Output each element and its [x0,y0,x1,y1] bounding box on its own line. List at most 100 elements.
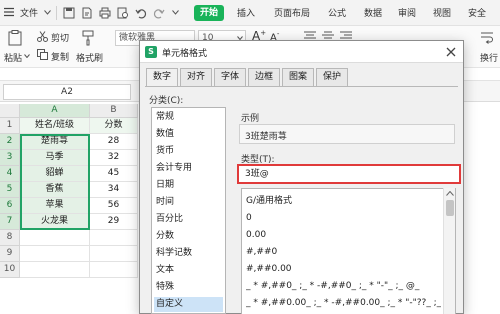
list-item[interactable]: _ * #,##0.00_ ;_ * -#,##0.00_ ;_ * "-"??… [246,295,441,311]
row-header[interactable]: 6 [0,198,20,214]
format-painter-icon[interactable] [82,30,94,46]
column-header-b[interactable]: B [90,104,138,118]
row-header[interactable]: 2 [0,134,20,150]
wps-s-logo-icon: S [145,46,157,58]
tab-border[interactable]: 边框 [248,68,280,86]
table-cell[interactable]: 32 [90,150,138,166]
chevron-down-icon[interactable] [44,10,51,15]
row-header[interactable]: 8 [0,230,20,246]
list-item[interactable]: 时间 [154,195,223,210]
tab-page-layout[interactable]: 页面布局 [274,6,310,19]
header-cell-score[interactable]: 分数 [90,118,138,134]
list-item[interactable]: 0.00 [246,227,441,243]
tab-patterns[interactable]: 图案 [282,68,314,86]
scissors-icon[interactable] [37,31,48,42]
tab-formulas[interactable]: 公式 [328,6,346,19]
list-item[interactable]: #,##0.00 [246,261,441,277]
row-header[interactable]: 3 [0,150,20,166]
print-icon[interactable] [99,7,111,19]
list-item[interactable]: 分数 [154,229,223,244]
list-item[interactable]: 科学记数 [154,246,223,261]
tab-start[interactable]: 开始 [194,5,224,21]
list-item[interactable]: 百分比 [154,212,223,227]
divider [56,6,57,20]
dialog-title: 单元格格式 [162,49,208,59]
list-item[interactable]: 0 [246,210,441,226]
row-header[interactable]: 10 [0,262,20,278]
wrap-text-button[interactable]: 换行 [480,51,498,64]
list-item[interactable]: #,##0 [246,244,441,260]
tab-insert[interactable]: 插入 [237,6,255,19]
undo-icon[interactable] [135,7,147,19]
column-header-a[interactable]: A [20,104,90,118]
category-label: 分类(C): [149,96,184,106]
tab-number[interactable]: 数字 [146,68,178,87]
row-header[interactable]: 7 [0,214,20,230]
row-header[interactable]: 1 [0,118,20,134]
format-list-scrollbar[interactable] [443,188,455,314]
table-cell[interactable]: 56 [90,198,138,214]
empty-cell[interactable] [90,246,138,262]
redo-icon[interactable] [153,7,165,19]
selection-range-border [20,134,90,230]
header-cell-name[interactable]: 姓名/班级 [20,118,90,134]
tab-font[interactable]: 字体 [214,68,246,86]
tab-divider [145,86,458,87]
category-list[interactable]: 常规 数值 货币 会计专用 日期 时间 百分比 分数 科学记数 文本 特殊 自定… [151,107,226,314]
row-header[interactable]: 5 [0,182,20,198]
paste-button-label[interactable]: 粘贴 [4,51,22,64]
cut-button[interactable]: 剪切 [51,31,69,44]
tab-security[interactable]: 安全 [468,6,486,19]
type-input[interactable]: 3班@ [237,164,461,184]
empty-cell[interactable] [90,262,138,278]
export-pdf-icon[interactable] [81,7,93,19]
copy-icon[interactable] [37,49,48,60]
sample-label: 示例 [241,114,260,124]
empty-cell[interactable] [20,246,90,262]
row-header[interactable]: 4 [0,166,20,182]
wrap-text-icon[interactable] [480,31,494,45]
name-box[interactable]: A2 [3,84,131,100]
scrollbar-thumb[interactable] [446,200,454,216]
format-cells-dialog: S 单元格格式 数字 对齐 字体 边框 图案 保护 分类(C): 常规 数值 货… [139,40,464,314]
copy-button[interactable]: 复制 [51,50,69,63]
tab-review[interactable]: 审阅 [398,6,416,19]
chevron-down-icon[interactable] [24,54,30,58]
print-preview-icon[interactable] [117,7,129,19]
format-painter-button[interactable]: 格式刷 [76,51,103,64]
table-cell[interactable]: 29 [90,214,138,230]
select-all-corner[interactable] [0,104,20,118]
list-item-selected[interactable]: 自定义 [154,297,223,312]
tab-protection[interactable]: 保护 [316,68,348,86]
scroll-up-icon[interactable] [446,191,454,196]
dialog-title-bar[interactable]: S 单元格格式 [140,41,463,63]
list-item[interactable]: 特殊 [154,280,223,295]
tab-data[interactable]: 数据 [364,6,382,19]
list-item[interactable]: 会计专用 [154,161,223,176]
menu-file[interactable]: 文件 [20,6,38,19]
sample-value: 3班楚雨荨 [245,132,287,142]
tab-alignment[interactable]: 对齐 [180,68,212,86]
empty-cell[interactable] [90,230,138,246]
list-item[interactable]: 数值 [154,127,223,142]
empty-cell[interactable] [20,230,90,246]
list-item[interactable]: G/通用格式 [246,193,441,209]
list-item[interactable]: _ * #,##0_ ;_ * -#,##0_ ;_ * "-"_ ;_ @_ [246,278,441,294]
list-item[interactable]: 日期 [154,178,223,193]
paste-icon[interactable] [8,30,22,46]
close-icon[interactable] [444,45,458,59]
table-cell[interactable]: 34 [90,182,138,198]
save-icon[interactable] [63,7,75,19]
table-cell[interactable]: 28 [90,134,138,150]
empty-cell[interactable] [20,262,90,278]
list-item[interactable]: 货币 [154,144,223,159]
list-item[interactable]: 常规 [154,110,223,125]
menu-bar: 文件 开始 插入 页面布局 公式 数据 审阅 视图 安全 [0,0,500,26]
tab-view[interactable]: 视图 [433,6,451,19]
hamburger-icon[interactable] [4,7,14,17]
format-code-list[interactable]: G/通用格式 0 0.00 #,##0 #,##0.00 _ * #,##0_ … [241,188,456,314]
row-header[interactable]: 9 [0,246,20,262]
chevron-down-icon[interactable] [172,10,179,15]
table-cell[interactable]: 45 [90,166,138,182]
list-item[interactable]: 文本 [154,263,223,278]
